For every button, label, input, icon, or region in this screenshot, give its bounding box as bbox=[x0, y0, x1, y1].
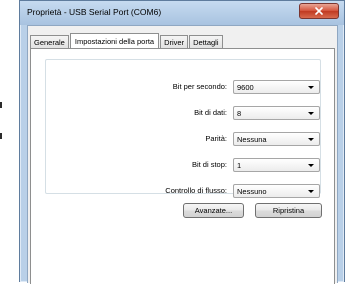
parity-value: Nessuna bbox=[237, 135, 267, 144]
stop-bits-row: Bit di stop: 1 bbox=[46, 158, 320, 172]
data-bits-row: Bit di dati: 8 bbox=[46, 106, 320, 120]
tab-generale[interactable]: Generale bbox=[30, 35, 69, 48]
flow-control-label: Controllo di flusso: bbox=[165, 186, 227, 195]
dialog-client-area: Generale Impostazioni della porta Driver… bbox=[27, 25, 338, 284]
stop-bits-label: Bit di stop: bbox=[191, 160, 227, 169]
data-bits-label: Bit di dati: bbox=[194, 108, 227, 117]
flow-control-select[interactable]: Nessuno bbox=[233, 184, 320, 198]
edge-mark bbox=[0, 133, 2, 139]
restore-defaults-button[interactable]: Ripristina bbox=[255, 203, 322, 218]
dropdown-arrow-icon bbox=[308, 164, 314, 167]
close-icon bbox=[315, 7, 323, 15]
flow-control-value: Nessuno bbox=[237, 187, 267, 196]
port-settings-group: Bit per secondo: 9600 Bit di dati: 8 Par… bbox=[45, 59, 321, 198]
parity-row: Parità: Nessuna bbox=[46, 132, 320, 146]
title-bar[interactable]: Proprietà - USB Serial Port (COM6) bbox=[20, 1, 344, 25]
dropdown-arrow-icon bbox=[308, 138, 314, 141]
tab-panel: Bit per secondo: 9600 Bit di dati: 8 Par… bbox=[30, 48, 335, 284]
bits-per-second-label: Bit per secondo: bbox=[172, 82, 227, 91]
parity-select[interactable]: Nessuna bbox=[233, 132, 320, 146]
dropdown-arrow-icon bbox=[308, 112, 314, 115]
data-bits-value: 8 bbox=[237, 109, 242, 118]
parity-label: Parità: bbox=[205, 134, 227, 143]
bits-per-second-select[interactable]: 9600 bbox=[233, 80, 320, 94]
dropdown-arrow-icon bbox=[308, 86, 314, 89]
tab-strip: Generale Impostazioni della porta Driver… bbox=[30, 33, 224, 48]
stop-bits-value: 1 bbox=[237, 161, 242, 170]
advanced-button[interactable]: Avanzate... bbox=[183, 203, 244, 218]
tab-impostazioni-porta[interactable]: Impostazioni della porta bbox=[69, 33, 160, 48]
data-bits-select[interactable]: 8 bbox=[233, 106, 320, 120]
edge-mark bbox=[0, 102, 2, 108]
tab-driver[interactable]: Driver bbox=[160, 35, 189, 48]
flow-control-row: Controllo di flusso: Nessuno bbox=[46, 184, 320, 198]
close-button[interactable] bbox=[299, 3, 339, 19]
stop-bits-select[interactable]: 1 bbox=[233, 158, 320, 172]
bits-per-second-value: 9600 bbox=[237, 83, 254, 92]
properties-dialog: Proprietà - USB Serial Port (COM6) Gener… bbox=[19, 0, 345, 284]
dropdown-arrow-icon bbox=[308, 190, 314, 193]
window-title: Proprietà - USB Serial Port (COM6) bbox=[27, 7, 162, 17]
tab-dettagli[interactable]: Dettagli bbox=[189, 35, 223, 48]
bits-per-second-row: Bit per secondo: 9600 bbox=[46, 80, 320, 94]
